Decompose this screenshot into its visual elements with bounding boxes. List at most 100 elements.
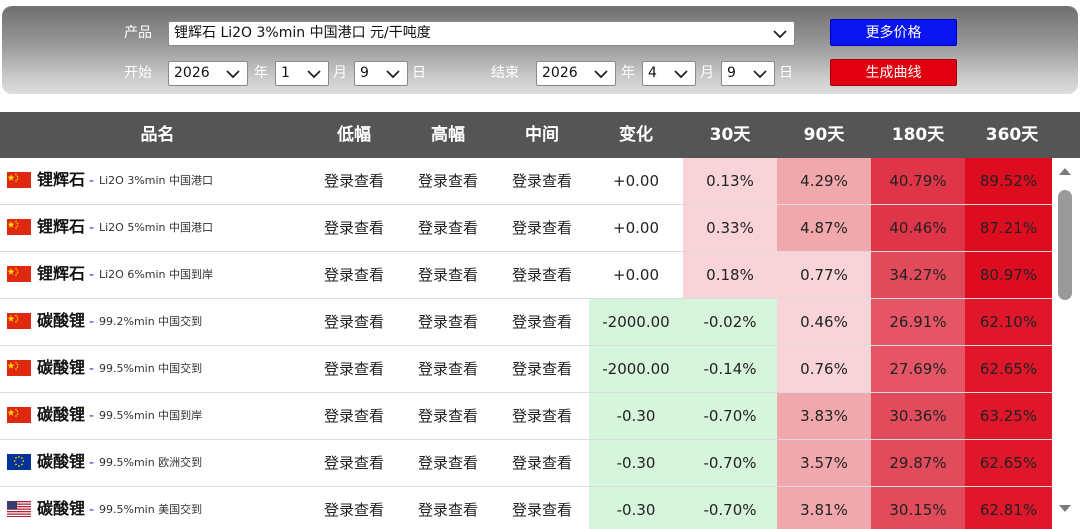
product-select[interactable]: 锂辉石 Li2O 3%min 中国港口 元/干吨度 (168, 21, 795, 46)
start-year-select[interactable]: 2026 (168, 61, 248, 86)
separator: - (89, 361, 95, 377)
product-name: 锂辉石 (37, 264, 86, 283)
product-separator: - (89, 267, 94, 284)
product-name-cell[interactable]: 碳酸锂 -99.5%min 中国到岸 (0, 393, 310, 439)
cell-d360: 62.65% (965, 440, 1052, 486)
vertical-scrollbar[interactable] (1052, 158, 1080, 529)
table-row[interactable]: 锂辉石 - Li2O 3%min 中国港口 登录查看 登录查看 登录查看 +0.00 0.13… (0, 158, 1052, 205)
cell-high[interactable]: 登录查看 (401, 346, 495, 392)
column-header-180d: 180天 (891, 125, 945, 145)
cell-high[interactable]: 登录查看 (401, 393, 495, 439)
product-name-cell[interactable]: 锂辉石 - Li2O 3%min 中国港口 (0, 158, 310, 204)
table-row[interactable]: 锂辉石 - Li2O 6%min 中国到岸 登录查看 登录查看 登录查看 +0.00 0.18… (0, 252, 1052, 299)
column-header-30d: 30天 (709, 125, 751, 145)
start-day-select[interactable]: 9 (354, 61, 408, 86)
table-row[interactable]: 碳酸锂 -99.5%min 中国到岸 登录查看 登录查看 登录查看 -0.30 -0.70%… (0, 393, 1052, 440)
cell-change: +0.00 (589, 205, 683, 251)
product-name-cell[interactable]: 碳酸锂 -99.5%min 中国交到 (0, 346, 310, 392)
cell-d180: 34.27% (871, 252, 965, 298)
cell-mid[interactable]: 登录查看 (495, 346, 589, 392)
china-flag-icon (7, 266, 31, 282)
cell-mid[interactable]: 登录查看 (495, 205, 589, 251)
product-spec: 99.2%min 中国交到 (99, 315, 203, 328)
column-header-90d: 90天 (803, 125, 845, 145)
cell-low[interactable]: 登录查看 (307, 440, 401, 486)
product-name-cell[interactable]: 碳酸锂 -99.2%min 中国交到 (0, 299, 310, 345)
cell-mid[interactable]: 登录查看 (495, 440, 589, 486)
scroll-up-arrow-icon[interactable] (1058, 166, 1072, 176)
cell-low[interactable]: 登录查看 (307, 205, 401, 251)
scrollbar-thumb[interactable] (1058, 190, 1072, 300)
cell-low[interactable]: 登录查看 (307, 158, 401, 204)
china-flag-icon (7, 172, 31, 188)
usa-flag-icon (7, 501, 31, 517)
chevron-down-icon (386, 70, 400, 79)
cell-change: -0.30 (589, 440, 683, 486)
cell-d180: 30.36% (871, 393, 965, 439)
cell-d30: -0.70% (683, 487, 777, 529)
more-prices-button[interactable]: 更多价格 (830, 19, 957, 46)
product-separator: - (89, 173, 94, 190)
separator: - (89, 267, 95, 283)
cell-high[interactable]: 登录查看 (401, 299, 495, 345)
column-header-360d: 360天 (985, 125, 1039, 145)
chevron-down-icon (753, 70, 767, 79)
cell-high[interactable]: 登录查看 (401, 158, 495, 204)
day-unit: 日 (779, 65, 793, 81)
column-header-change: 变化 (619, 125, 653, 145)
generate-curve-button[interactable]: 生成曲线 (830, 59, 957, 86)
cell-high[interactable]: 登录查看 (401, 440, 495, 486)
china-flag-icon (7, 407, 31, 423)
cell-low[interactable]: 登录查看 (307, 252, 401, 298)
table-row[interactable]: 碳酸锂 -99.5%min 中国交到 登录查看 登录查看 登录查看 -2000.00 -0.… (0, 346, 1052, 393)
cell-d30: 0.13% (683, 158, 777, 204)
cell-d180: 30.15% (871, 487, 965, 529)
cell-mid[interactable]: 登录查看 (495, 158, 589, 204)
cell-change: +0.00 (589, 252, 683, 298)
eu-flag-icon (7, 454, 31, 470)
product-label: 产品 (124, 25, 152, 41)
cell-d90: 4.87% (777, 205, 871, 251)
chevron-down-icon (226, 70, 240, 79)
table-row[interactable]: 锂辉石 - Li2O 5%min 中国港口 登录查看 登录查看 登录查看 +0.00 0.33… (0, 205, 1052, 252)
chevron-down-icon (307, 70, 321, 79)
product-name-cell[interactable]: 碳酸锂 -99.5%min 美国交到 (0, 487, 310, 529)
product-spec: 99.5%min 中国交到 (99, 362, 203, 375)
cell-low[interactable]: 登录查看 (307, 393, 401, 439)
filter-panel: 产品 锂辉石 Li2O 3%min 中国港口 元/干吨度 更多价格 开始 202… (2, 6, 1078, 94)
month-unit: 月 (333, 65, 347, 81)
table-row[interactable]: 碳酸锂 -99.2%min 中国交到 登录查看 登录查看 登录查看 -2000.00 -0.… (0, 299, 1052, 346)
cell-d180: 40.79% (871, 158, 965, 204)
cell-low[interactable]: 登录查看 (307, 487, 401, 529)
table-row[interactable]: 碳酸锂 -99.5%min 欧洲交到 登录查看 登录查看 登录查看 -0.30 -0.70%… (0, 440, 1052, 487)
product-name-cell[interactable]: 碳酸锂 -99.5%min 欧洲交到 (0, 440, 310, 486)
product-spec: Li2O 6%min 中国到岸 (99, 268, 214, 281)
product-name-cell[interactable]: 锂辉石 - Li2O 6%min 中国到岸 (0, 252, 310, 298)
cell-high[interactable]: 登录查看 (401, 205, 495, 251)
cell-high[interactable]: 登录查看 (401, 252, 495, 298)
cell-mid[interactable]: 登录查看 (495, 393, 589, 439)
table-row[interactable]: 碳酸锂 -99.5%min 美国交到 登录查看 登录查看 登录查看 -0.30 -0.70%… (0, 487, 1052, 529)
end-day-select[interactable]: 9 (721, 61, 775, 86)
cell-d360: 62.65% (965, 346, 1052, 392)
scroll-down-arrow-icon[interactable] (1058, 504, 1072, 514)
end-year-value: 2026 (542, 65, 578, 81)
product-name-cell[interactable]: 锂辉石 - Li2O 5%min 中国港口 (0, 205, 310, 251)
separator: - (89, 314, 95, 330)
cell-mid[interactable]: 登录查看 (495, 252, 589, 298)
start-month-select[interactable]: 1 (275, 61, 329, 86)
end-year-select[interactable]: 2026 (536, 61, 616, 86)
end-month-select[interactable]: 4 (642, 61, 696, 86)
cell-mid[interactable]: 登录查看 (495, 487, 589, 529)
separator: - (89, 455, 95, 471)
cell-low[interactable]: 登录查看 (307, 299, 401, 345)
product-name: 碳酸锂 (37, 499, 86, 518)
cell-high[interactable]: 登录查看 (401, 487, 495, 529)
end-day-value: 9 (727, 65, 736, 81)
product-select-value: 锂辉石 Li2O 3%min 中国港口 元/干吨度 (174, 25, 431, 41)
start-day-value: 9 (360, 65, 369, 81)
cell-mid[interactable]: 登录查看 (495, 299, 589, 345)
start-year-value: 2026 (174, 65, 210, 81)
cell-d360: 87.21% (965, 205, 1052, 251)
cell-low[interactable]: 登录查看 (307, 346, 401, 392)
